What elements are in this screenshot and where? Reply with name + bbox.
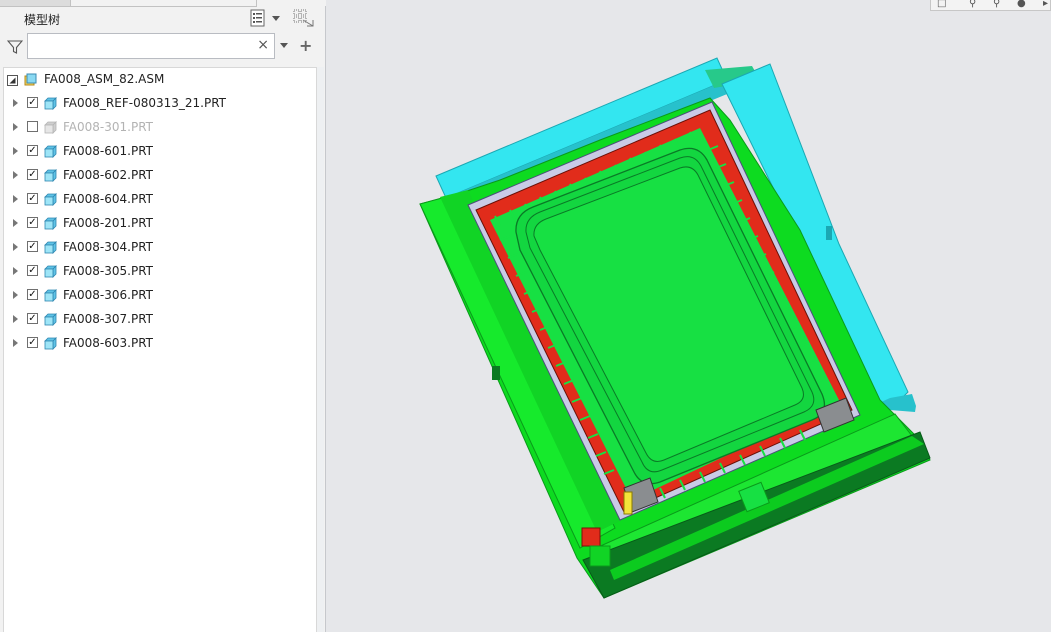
expand-arrow-icon[interactable]: [13, 195, 18, 203]
search-input[interactable]: [32, 35, 256, 59]
tree-item-label: FA008-601.PRT: [63, 144, 153, 158]
panel-title: 模型树: [24, 13, 61, 27]
expand-arrow-icon[interactable]: [13, 123, 18, 131]
tree-item[interactable]: ✓ FA008-601.PRT: [4, 141, 316, 161]
part-icon: [44, 289, 57, 302]
assembly-icon: [24, 73, 37, 86]
expand-arrow-icon[interactable]: [13, 243, 18, 251]
expand-arrow-icon[interactable]: [13, 99, 18, 107]
visibility-checkbox[interactable]: ✓: [27, 193, 38, 204]
part-icon: [44, 121, 57, 134]
tree-item[interactable]: ✓ FA008-201.PRT: [4, 213, 316, 233]
visibility-checkbox[interactable]: ✓: [27, 289, 38, 300]
visibility-checkbox[interactable]: [27, 121, 38, 132]
model-tree: FA008_ASM_82.ASM ✓ FA008_REF-080313_21.PR…: [3, 67, 317, 632]
clear-search-icon[interactable]: ×: [257, 37, 269, 53]
part-icon: [44, 145, 57, 158]
tree-item[interactable]: ✓ FA008-305.PRT: [4, 261, 316, 281]
visibility-checkbox[interactable]: ✓: [27, 337, 38, 348]
tree-settings-icon[interactable]: [249, 9, 267, 27]
tree-item-label: FA008-307.PRT: [63, 312, 153, 326]
tree-item-label: FA008-602.PRT: [63, 168, 153, 182]
visibility-checkbox[interactable]: ✓: [27, 217, 38, 228]
part-icon: [44, 97, 57, 110]
part-icon: [44, 169, 57, 182]
tree-item-label: FA008-201.PRT: [63, 216, 153, 230]
tree-root-label: FA008_ASM_82.ASM: [44, 72, 165, 86]
filter-icon[interactable]: [7, 39, 23, 55]
tree-item[interactable]: ✓ FA008-304.PRT: [4, 237, 316, 257]
visibility-checkbox[interactable]: ✓: [27, 265, 38, 276]
expand-arrow-icon[interactable]: [13, 339, 18, 347]
model-viewport[interactable]: [326, 0, 1051, 632]
expand-arrow-icon[interactable]: [13, 171, 18, 179]
expand-arrow-icon[interactable]: [13, 315, 18, 323]
tree-item-label: FA008_REF-080313_21.PRT: [63, 96, 226, 110]
chevron-down-icon[interactable]: [270, 9, 282, 27]
part-icon: [44, 193, 57, 206]
tree-root[interactable]: FA008_ASM_82.ASM: [4, 69, 316, 89]
model-tree-panel: 模型树 × + FA008_ASM_82.ASM ✓ FA008_REF-080…: [0, 0, 326, 632]
tree-item[interactable]: ✓ FA008-603.PRT: [4, 333, 316, 353]
tab-model-tree[interactable]: [0, 0, 71, 7]
visibility-checkbox[interactable]: ✓: [27, 169, 38, 180]
tree-columns-icon[interactable]: [293, 9, 315, 27]
tree-item[interactable]: ✓ FA008-307.PRT: [4, 309, 316, 329]
expand-arrow-icon[interactable]: [13, 291, 18, 299]
tree-item[interactable]: ✓ FA008-306.PRT: [4, 285, 316, 305]
part-icon: [44, 217, 57, 230]
add-filter-icon[interactable]: +: [299, 38, 312, 54]
tree-scrollbar[interactable]: [317, 67, 324, 632]
visibility-checkbox[interactable]: ✓: [27, 97, 38, 108]
tree-item[interactable]: FA008-301.PRT: [4, 117, 316, 137]
part-icon: [44, 313, 57, 326]
tree-item[interactable]: ✓ FA008_REF-080313_21.PRT: [4, 93, 316, 113]
expand-arrow-icon[interactable]: [13, 147, 18, 155]
tree-item-label: FA008-301.PRT: [63, 120, 153, 134]
tree-item-label: FA008-306.PRT: [63, 288, 153, 302]
collapse-icon[interactable]: [7, 75, 18, 86]
tree-item-label: FA008-304.PRT: [63, 240, 153, 254]
visibility-checkbox[interactable]: ✓: [27, 313, 38, 324]
expand-arrow-icon[interactable]: [13, 267, 18, 275]
expand-arrow-icon[interactable]: [13, 219, 18, 227]
visibility-checkbox[interactable]: ✓: [27, 145, 38, 156]
part-icon: [44, 265, 57, 278]
part-icon: [44, 241, 57, 254]
tree-item-label: FA008-604.PRT: [63, 192, 153, 206]
part-icon: [44, 337, 57, 350]
tree-item[interactable]: ✓ FA008-602.PRT: [4, 165, 316, 185]
search-options-dropdown-icon[interactable]: [280, 43, 288, 48]
search-field[interactable]: ×: [27, 33, 275, 59]
tree-item-label: FA008-305.PRT: [63, 264, 153, 278]
panel-tab-strip: [0, 0, 326, 7]
tree-item-label: FA008-603.PRT: [63, 336, 153, 350]
tab-folder-browser[interactable]: [70, 0, 257, 7]
tree-item[interactable]: ✓ FA008-604.PRT: [4, 189, 316, 209]
visibility-checkbox[interactable]: ✓: [27, 241, 38, 252]
